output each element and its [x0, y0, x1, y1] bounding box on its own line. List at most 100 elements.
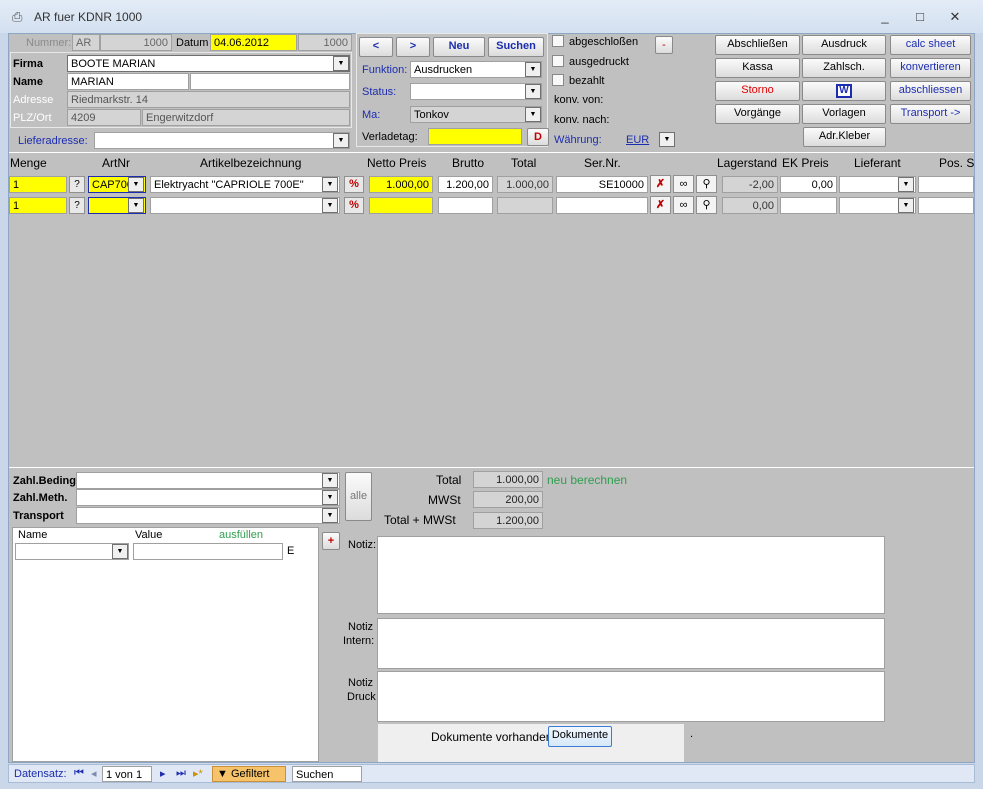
row-netto[interactable]	[369, 197, 433, 214]
d-button[interactable]: D	[527, 128, 549, 146]
plz-field[interactable]: 4209	[67, 109, 141, 126]
ma-dropdown-icon[interactable]: ▼	[525, 107, 541, 122]
abschliessen-button[interactable]: Abschließen	[715, 35, 800, 55]
minus-button[interactable]: -	[655, 36, 673, 54]
bezeichnung-dropdown-icon[interactable]: ▼	[322, 198, 338, 213]
funktion-select[interactable]: Ausdrucken	[410, 61, 542, 78]
menge-help-button[interactable]: ?	[69, 176, 85, 193]
neu-button[interactable]: Neu	[433, 37, 485, 57]
transport-select[interactable]	[76, 507, 340, 524]
name-field[interactable]: MARIAN	[67, 73, 189, 90]
add-property-button[interactable]: +	[322, 532, 340, 550]
binoculars-icon[interactable]: ⚲	[696, 175, 717, 193]
filter-toggle[interactable]: ▼ Gefiltert	[212, 766, 286, 782]
lieferant-dropdown-icon[interactable]: ▼	[898, 198, 914, 213]
firma-field[interactable]: BOOTE MARIAN	[67, 55, 350, 72]
bezahlt-checkbox[interactable]	[552, 74, 564, 86]
row-pos[interactable]	[918, 197, 974, 214]
waehrung-dropdown-icon[interactable]: ▼	[659, 132, 675, 147]
name2-field[interactable]	[190, 73, 350, 90]
notiz-druck-field[interactable]	[377, 671, 885, 722]
waehrung-value[interactable]: EUR	[626, 134, 649, 146]
ort-field[interactable]: Engerwitzdorf	[142, 109, 350, 126]
prev-button[interactable]: <	[359, 37, 393, 57]
zahl-beding-select[interactable]	[76, 472, 340, 489]
row-brutto[interactable]: 1.200,00	[438, 176, 493, 193]
delete-icon[interactable]: ✗	[650, 196, 671, 214]
dokumente-button[interactable]: Dokumente	[548, 726, 612, 747]
datum-field[interactable]: 04.06.2012	[210, 34, 297, 51]
close-button[interactable]: ✕	[942, 8, 968, 26]
adr-kleber-button[interactable]: Adr.Kleber	[803, 127, 886, 147]
kassa-button[interactable]: Kassa	[715, 58, 800, 78]
neu-berechnen-link[interactable]: neu berechnen	[547, 473, 627, 487]
nummer-prefix-field[interactable]: AR	[72, 34, 100, 51]
calc-sheet-button[interactable]: calc sheet	[890, 35, 971, 55]
firma-dropdown-icon[interactable]: ▼	[333, 56, 349, 71]
lieferadresse-dropdown-icon[interactable]: ▼	[333, 133, 349, 148]
zahl-beding-dropdown-icon[interactable]: ▼	[322, 473, 338, 488]
lieferant-dropdown-icon[interactable]: ▼	[898, 177, 914, 192]
notiz-field[interactable]	[377, 536, 885, 614]
storno-button[interactable]: Storno	[715, 81, 800, 101]
prev-record-icon[interactable]: ◂	[91, 767, 97, 780]
artnr-dropdown-icon[interactable]: ▼	[128, 177, 144, 192]
alle-button[interactable]: alle	[345, 472, 372, 521]
row-ek-preis[interactable]: 0,00	[780, 176, 837, 193]
row-ek-preis[interactable]	[780, 197, 837, 214]
row-bezeichnung[interactable]	[150, 197, 340, 214]
glasses-icon[interactable]: ∞	[673, 175, 694, 193]
last-record-icon[interactable]: ⏭	[176, 767, 186, 780]
notiz-intern-field[interactable]	[377, 618, 885, 669]
new-record-icon[interactable]: ▸*	[193, 767, 203, 780]
next-record-icon[interactable]: ▸	[160, 767, 166, 780]
discount-button[interactable]: %	[344, 176, 364, 193]
abschliessen2-button[interactable]: abschliessen	[890, 81, 971, 101]
nummer-field[interactable]: 1000	[100, 34, 172, 51]
discount-button[interactable]: %	[344, 197, 364, 214]
menge-help-button[interactable]: ?	[69, 197, 85, 214]
status-dropdown-icon[interactable]: ▼	[525, 84, 541, 99]
glasses-icon[interactable]: ∞	[673, 196, 694, 214]
row-menge[interactable]: 1	[9, 197, 67, 214]
adresse-field[interactable]: Riedmarkstr. 14	[67, 91, 350, 108]
property-name-dropdown-icon[interactable]: ▼	[112, 544, 128, 559]
funktion-dropdown-icon[interactable]: ▼	[525, 62, 541, 77]
row-netto[interactable]: 1.000,00	[369, 176, 433, 193]
ausgedruckt-checkbox[interactable]	[552, 55, 564, 67]
next-button[interactable]: >	[396, 37, 430, 57]
zahl-meth-dropdown-icon[interactable]: ▼	[322, 490, 338, 505]
word-button[interactable]: W	[802, 81, 886, 101]
lieferadresse-field[interactable]	[94, 132, 350, 149]
property-value-field[interactable]	[133, 543, 283, 560]
vorlagen-button[interactable]: Vorlagen	[802, 104, 886, 124]
bezeichnung-dropdown-icon[interactable]: ▼	[322, 177, 338, 192]
row-sernr[interactable]	[556, 197, 648, 214]
binoculars-icon[interactable]: ⚲	[696, 196, 717, 214]
row-pos[interactable]	[918, 176, 974, 193]
zahlsch-button[interactable]: Zahlsch.	[802, 58, 886, 78]
verladetag-field[interactable]	[428, 128, 522, 145]
artnr-dropdown-icon[interactable]: ▼	[128, 198, 144, 213]
delete-icon[interactable]: ✗	[650, 175, 671, 193]
transport-button[interactable]: Transport ->	[890, 104, 971, 124]
record-position-field[interactable]: 1 von 1	[102, 766, 152, 782]
vorgaenge-button[interactable]: Vorgänge	[715, 104, 800, 124]
ma-select[interactable]: Tonkov	[410, 106, 542, 123]
first-record-icon[interactable]: ⏮	[74, 767, 84, 780]
row-bezeichnung[interactable]: Elektryacht "CAPRIOLE 700E"	[150, 176, 340, 193]
suchen-button[interactable]: Suchen	[488, 37, 544, 57]
row-sernr[interactable]: SE10000	[556, 176, 648, 193]
row-menge[interactable]: 1	[9, 176, 67, 193]
row-brutto[interactable]	[438, 197, 493, 214]
status-select[interactable]	[410, 83, 542, 100]
ausdruck-button[interactable]: Ausdruck	[802, 35, 886, 55]
transport-dropdown-icon[interactable]: ▼	[322, 508, 338, 523]
minimize-button[interactable]: _	[872, 8, 898, 26]
datum-extra-field[interactable]: 1000	[298, 34, 352, 51]
abgeschlossen-checkbox[interactable]	[552, 35, 564, 47]
konvertieren-button[interactable]: konvertieren	[890, 58, 971, 78]
ausfuellen-link[interactable]: ausfüllen	[219, 529, 263, 541]
maximize-button[interactable]: □	[907, 8, 933, 26]
zahl-meth-select[interactable]	[76, 489, 340, 506]
